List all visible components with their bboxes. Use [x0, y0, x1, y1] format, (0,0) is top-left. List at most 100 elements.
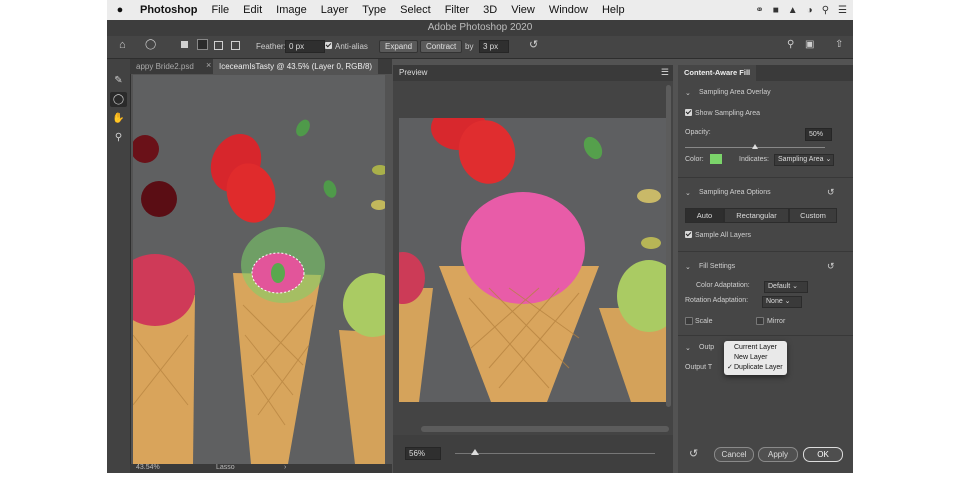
menu-bar: ● Photoshop File Edit Image Layer Type S… — [107, 0, 853, 20]
current-tool-text: Lasso — [216, 464, 235, 471]
menu-select[interactable]: Select — [393, 4, 438, 16]
lasso-preset-icon[interactable]: ◯ — [145, 39, 156, 50]
menu-item-new-layer[interactable]: New Layer — [724, 353, 787, 363]
hand-tool-icon[interactable]: ✋ — [110, 111, 127, 126]
preview-header: Preview ☰ — [393, 65, 673, 81]
mode-rectangular-button[interactable]: Rectangular — [724, 208, 789, 223]
content-aware-fill-panel: Content-Aware Fill ⌄ Sampling Area Overl… — [678, 65, 853, 473]
preview-image[interactable] — [399, 118, 667, 402]
by-input[interactable]: 3 px — [479, 40, 509, 53]
intersect-selection-icon[interactable] — [231, 41, 240, 50]
expand-button[interactable]: Expand — [379, 40, 419, 53]
indicates-dropdown[interactable]: Sampling Area ⌄ — [774, 154, 834, 166]
antialias-label: Anti-alias — [335, 42, 368, 51]
output-settings-title: Outp — [699, 344, 715, 351]
tab-close-icon[interactable]: × — [206, 60, 211, 70]
spotlight-icon[interactable]: ⚲ — [822, 5, 829, 16]
color-adaptation-dropdown[interactable]: Default ⌄ — [764, 281, 808, 293]
scale-label: Scale — [695, 318, 713, 325]
preview-zoom-slider[interactable] — [471, 449, 479, 455]
cancel-button[interactable]: Cancel — [714, 447, 754, 462]
preview-scrollbar[interactable] — [421, 426, 669, 432]
status-arrow-icon[interactable]: › — [284, 464, 286, 471]
preview-zoom-track[interactable] — [455, 453, 655, 454]
reset-icon[interactable]: ↺ — [529, 38, 538, 51]
home-icon[interactable]: ⌂ — [119, 39, 126, 51]
opacity-label: Opacity: — [685, 129, 711, 136]
menu-file[interactable]: File — [204, 4, 236, 16]
menu-app-name[interactable]: Photoshop — [133, 4, 204, 16]
menubar-status-icons: ⚭ ■ ▲ ◑ ⚲ ☰ — [755, 0, 847, 20]
menu-item-duplicate-layer[interactable]: ✓ Duplicate Layer — [724, 363, 787, 373]
color-adaptation-label: Color Adaptation: — [696, 282, 750, 289]
subtract-selection-icon[interactable] — [214, 41, 223, 50]
indicates-value: Sampling Area — [778, 156, 824, 163]
lasso-tool-icon[interactable]: ◯ — [110, 92, 127, 107]
photoshop-status-icon[interactable]: ■ — [773, 5, 779, 16]
zoom-tool-icon[interactable]: ⚲ — [110, 130, 127, 145]
show-sampling-checkbox[interactable] — [685, 109, 692, 116]
workspace-icon[interactable]: ▣ — [805, 39, 814, 50]
rotation-adaptation-dropdown[interactable]: None ⌄ — [762, 296, 802, 308]
menu-window[interactable]: Window — [542, 4, 595, 16]
reset-icon[interactable]: ↺ — [827, 187, 835, 198]
apple-icon[interactable]: ● — [107, 4, 133, 16]
sample-all-checkbox[interactable] — [685, 231, 692, 238]
tab-icecream[interactable]: IceceamIsTasty @ 43.5% (Layer 0, RGB/8) — [213, 59, 379, 74]
mirror-checkbox[interactable] — [756, 317, 764, 325]
share-icon[interactable]: ⇧ — [835, 39, 843, 50]
chevron-down-icon: ⌄ — [685, 190, 691, 197]
feather-label: Feather: — [256, 42, 286, 51]
menu-help[interactable]: Help — [595, 4, 632, 16]
document-canvas[interactable] — [133, 75, 385, 464]
rotation-adaptation-label: Rotation Adaptation: — [685, 297, 749, 304]
menu-type[interactable]: Type — [355, 4, 393, 16]
chevron-down-icon: ⌄ — [685, 264, 691, 271]
search-icon[interactable]: ⚲ — [787, 39, 794, 50]
menu-item-label: Duplicate Layer — [734, 364, 783, 371]
mode-custom-button[interactable]: Custom — [789, 208, 837, 223]
contract-button[interactable]: Contract — [420, 40, 463, 53]
reset-all-icon[interactable]: ↺ — [689, 447, 698, 460]
wifi-icon[interactable]: ◑ — [807, 5, 813, 16]
new-selection-icon[interactable] — [181, 41, 188, 48]
options-bar: ⌂ ◯ Feather: 0 px Anti-alias Expand Cont… — [107, 36, 853, 59]
ok-button[interactable]: OK — [803, 447, 843, 462]
opacity-slider[interactable] — [752, 144, 758, 149]
scale-checkbox[interactable] — [685, 317, 693, 325]
mode-auto-button[interactable]: Auto — [685, 208, 724, 223]
menu-list-icon[interactable]: ☰ — [838, 5, 847, 16]
menu-layer[interactable]: Layer — [314, 4, 356, 16]
menu-item-current-layer[interactable]: Current Layer — [724, 343, 787, 353]
add-selection-icon[interactable] — [197, 39, 208, 50]
apply-button[interactable]: Apply — [758, 447, 798, 462]
preview-title[interactable]: Preview — [399, 68, 427, 77]
preview-zoom-input[interactable]: 56% — [405, 447, 441, 460]
mint-leaf — [271, 263, 285, 283]
creative-cloud-icon[interactable]: ⚭ — [755, 5, 763, 16]
caf-tab[interactable]: Content-Aware Fill — [678, 65, 757, 81]
menu-image[interactable]: Image — [269, 4, 314, 16]
preview-panel: Preview ☰ 56% — [393, 65, 673, 473]
menu-filter[interactable]: Filter — [438, 4, 476, 16]
preview-vscrollbar[interactable] — [666, 85, 671, 407]
opacity-input[interactable]: 50% — [805, 128, 832, 141]
panel-menu-icon[interactable]: ☰ — [661, 67, 669, 78]
feather-input[interactable]: 0 px — [285, 40, 325, 53]
menu-3d[interactable]: 3D — [476, 4, 504, 16]
menu-edit[interactable]: Edit — [236, 4, 269, 16]
menu-view[interactable]: View — [504, 4, 542, 16]
tab-happy-bride[interactable]: appy Bride2.psd — [130, 59, 200, 74]
pistachio — [637, 189, 661, 203]
reset-icon[interactable]: ↺ — [827, 261, 835, 272]
brush-tool-icon[interactable]: ✎ — [110, 73, 127, 88]
by-label: by — [465, 42, 474, 51]
zoom-level-text[interactable]: 43.54% — [136, 464, 160, 471]
tools-panel: ✎ ◯ ✋ ⚲ — [107, 59, 131, 473]
shield-icon[interactable]: ▲ — [788, 5, 798, 16]
antialias-checkbox[interactable] — [325, 41, 332, 50]
overlay-color-swatch[interactable] — [710, 154, 722, 164]
color-adaptation-value: Default — [768, 283, 791, 290]
output-to-menu: Current Layer New Layer ✓ Duplicate Laye… — [724, 341, 787, 375]
preview-photo — [399, 118, 667, 402]
